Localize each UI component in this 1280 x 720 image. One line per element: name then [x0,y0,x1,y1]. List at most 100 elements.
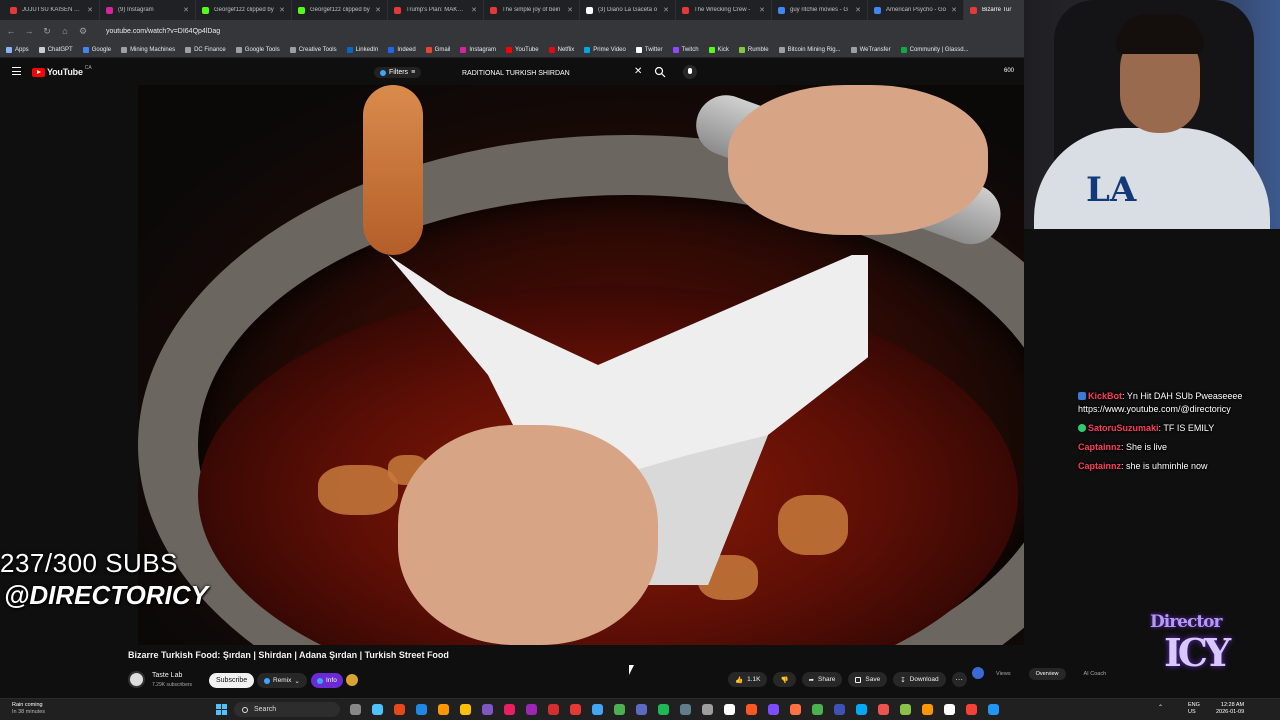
taskbar-app-icon[interactable] [768,704,779,715]
tab-close-icon[interactable]: ✕ [375,6,381,14]
taskbar-search[interactable]: Search [234,702,340,717]
chat-username[interactable]: KickBot [1088,391,1122,401]
bookmark-item[interactable]: YouTube [506,46,539,53]
windows-start-icon[interactable] [216,704,227,715]
tab-close-icon[interactable]: ✕ [759,6,765,14]
tab-close-icon[interactable]: ✕ [87,6,93,14]
tab-close-icon[interactable]: ✕ [567,6,573,14]
taskbar-app-icon[interactable] [372,704,383,715]
bookmark-item[interactable]: WeTransfer [850,46,891,53]
more-actions-button[interactable]: ··· [951,672,967,687]
taskbar-app-icon[interactable] [614,704,625,715]
taskbar-app-icon[interactable] [350,704,361,715]
chat-username[interactable]: Captainnz [1078,442,1121,452]
tab-close-icon[interactable]: ✕ [183,6,189,14]
taskbar-app-icon[interactable] [394,704,405,715]
browser-tab[interactable]: guy ritchie movies - G ✕ [772,0,868,20]
money-bag-icon[interactable] [346,674,358,686]
video-player[interactable] [138,85,1024,645]
bookmark-item[interactable]: ChatGPT [38,46,73,53]
bookmark-item[interactable]: Community | Glassd... [900,46,969,53]
info-button[interactable]: Info [311,673,343,688]
taskbar-app-icon[interactable] [702,704,713,715]
bookmark-item[interactable]: Gmail [425,46,450,53]
bookmark-item[interactable]: Rumble [738,46,769,53]
tab-close-icon[interactable]: ✕ [663,6,669,14]
bookmark-item[interactable]: Indeed [388,46,416,53]
taskbar-app-icon[interactable] [900,704,911,715]
taskbar-app-icon[interactable] [988,704,999,715]
chat-username[interactable]: Captainnz [1078,461,1121,471]
bookmark-item[interactable]: LinkedIn [346,46,378,53]
clock[interactable]: 12:28 AM 2026-01-09 [1216,702,1244,716]
taskbar-app-icon[interactable] [658,704,669,715]
channel-name[interactable]: Taste Lab [152,672,182,679]
tab-close-icon[interactable]: ✕ [471,6,477,14]
taskbar-app-icon[interactable] [812,704,823,715]
menu-icon[interactable] [12,67,21,75]
taskbar-app-icon[interactable] [724,704,735,715]
taskbar-app-icon[interactable] [526,704,537,715]
subscribe-button[interactable]: Subscribe [209,673,255,688]
taskbar-app-icon[interactable] [966,704,977,715]
browser-tab[interactable]: American Psycho - Go ✕ [868,0,964,20]
tab-close-icon[interactable]: ✕ [855,6,861,14]
home-icon[interactable]: ⌂ [60,26,70,36]
microphone-icon[interactable] [683,65,697,79]
segment-views[interactable]: Views [996,671,1011,677]
weather-widget[interactable]: Rain coming In 38 minutes [12,702,45,716]
tab-close-icon[interactable]: ✕ [279,6,285,14]
reload-icon[interactable]: ↻ [42,26,52,37]
segment-overview[interactable]: Overview [1028,667,1066,680]
browser-tab[interactable]: The simple joy of bein ✕ [484,0,580,20]
forward-icon[interactable]: → [24,26,34,36]
like-button[interactable]: 👍 1.1K [728,672,768,687]
bookmark-item[interactable]: Bitcoin Mining Rig... [778,46,841,53]
save-button[interactable]: Save [848,672,888,687]
browser-tab[interactable]: Georgef1zz clipped by ✕ [292,0,388,20]
bookmark-item[interactable]: Apps [6,46,29,53]
taskbar-app-icon[interactable] [680,704,691,715]
bookmark-item[interactable]: Mining Machines [121,46,175,53]
taskbar-app-icon[interactable] [416,704,427,715]
bookmark-item[interactable]: Netflix [548,46,574,53]
dislike-button[interactable]: 👎 [773,672,796,687]
taskbar-app-icon[interactable] [790,704,801,715]
bookmark-item[interactable]: Kick [708,46,729,53]
remix-button[interactable]: Remix ⌄ [257,673,307,688]
bookmark-item[interactable]: Twitch [672,46,699,53]
search-input[interactable]: RADITIONAL TURKISH SHIRDAN [454,64,650,82]
browser-tab[interactable]: JUJUTSU KAISEN The C ✕ [4,0,100,20]
browser-tab[interactable]: (3) Diario La Gaceta o ✕ [580,0,676,20]
download-button[interactable]: ↧ Download [893,672,946,687]
taskbar-app-icon[interactable] [878,704,889,715]
taskbar-app-icon[interactable] [746,704,757,715]
bookmark-item[interactable]: Google [82,46,111,53]
taskbar-app-icon[interactable] [856,704,867,715]
taskbar-app-icon[interactable] [504,704,515,715]
bookmark-item[interactable]: Google Tools [235,46,280,53]
chat-username[interactable]: SatoruSuzumaki [1088,423,1159,433]
url-field[interactable]: youtube.com/watch?v=DI64Qp4lDag [106,28,220,35]
taskbar-app-icon[interactable] [636,704,647,715]
extension-icon[interactable] [972,667,984,679]
taskbar-app-icon[interactable] [944,704,955,715]
segment-ai-coach[interactable]: AI Coach [1084,671,1107,677]
bookmark-item[interactable]: DC Finance [185,46,226,53]
taskbar-app-icon[interactable] [438,704,449,715]
channel-avatar[interactable] [128,671,145,688]
chevron-up-icon[interactable]: ⌃ [1158,704,1163,711]
taskbar-app-icon[interactable] [548,704,559,715]
taskbar-app-icon[interactable] [834,704,845,715]
site-info-icon[interactable]: ⚙ [78,26,88,37]
taskbar-app-icon[interactable] [460,704,471,715]
search-icon[interactable] [654,66,666,78]
filters-button[interactable]: Filters ≡ [374,67,422,78]
bookmark-item[interactable]: Prime Video [584,46,626,53]
taskbar-app-icon[interactable] [570,704,581,715]
taskbar-app-icon[interactable] [922,704,933,715]
browser-tab[interactable]: Georgef1zz clipped by ✕ [196,0,292,20]
tab-close-icon[interactable]: ✕ [951,6,957,14]
browser-tab[interactable]: (9) Instagram ✕ [100,0,196,20]
bookmark-item[interactable]: Twitter [635,46,663,53]
